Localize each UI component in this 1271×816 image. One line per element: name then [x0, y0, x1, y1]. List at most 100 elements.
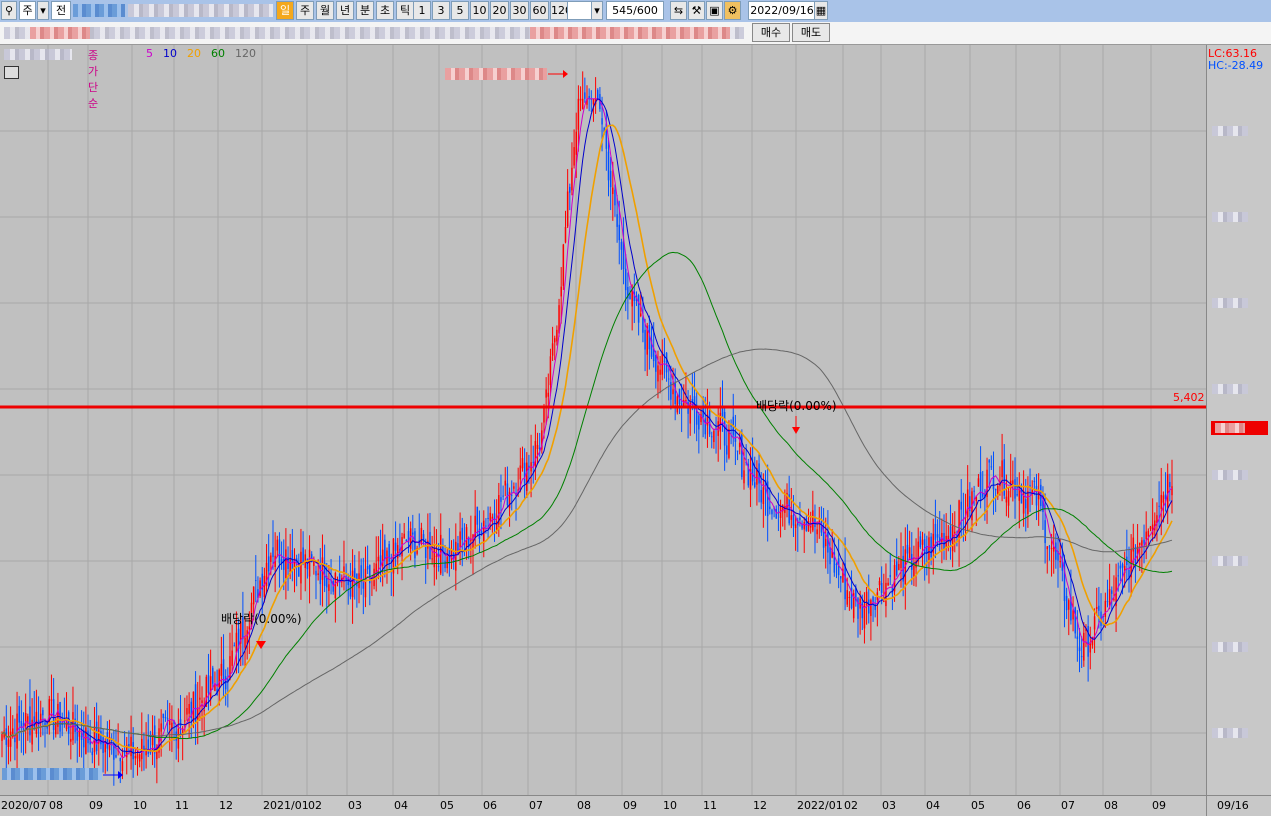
- candle-body: [384, 539, 386, 560]
- candle-body: [414, 531, 416, 559]
- candle-body: [883, 600, 885, 602]
- candle-body: [1158, 505, 1160, 507]
- candle-body: [721, 407, 724, 418]
- interval-button[interactable]: 10: [470, 1, 489, 20]
- quote-change-redacted: [30, 27, 90, 39]
- ticker-code-redacted[interactable]: [73, 4, 125, 17]
- interval-button[interactable]: 30: [510, 1, 529, 20]
- candle-body: [199, 697, 201, 700]
- low-price-label-redacted: [2, 768, 102, 780]
- candle-body: [581, 98, 584, 109]
- interval-button[interactable]: 1: [413, 1, 431, 20]
- period-button[interactable]: 틱: [396, 1, 414, 20]
- candle-body: [556, 329, 558, 342]
- interval-button[interactable]: 20: [490, 1, 509, 20]
- price-tick-redacted: [1212, 728, 1248, 738]
- ma-line-10: [1, 98, 1173, 754]
- candlestick-chart[interactable]: [0, 45, 1206, 795]
- x-axis-label: 07: [529, 799, 543, 812]
- period-button[interactable]: 일: [276, 1, 294, 20]
- chart-menu-icon[interactable]: [4, 66, 19, 79]
- date-display[interactable]: 2022/09/16: [748, 1, 816, 20]
- candle-body: [55, 720, 57, 735]
- candle-body: [934, 523, 937, 540]
- candle-body: [624, 268, 627, 291]
- candle-body: [1119, 565, 1122, 569]
- candle-body: [1050, 547, 1053, 550]
- x-axis-label: 10: [133, 799, 147, 812]
- candle-body: [106, 732, 109, 749]
- candle-body: [431, 558, 433, 560]
- interval-button[interactable]: 60: [530, 1, 549, 20]
- candle-body: [936, 534, 939, 538]
- hc-label: HC:-28.49: [1208, 59, 1264, 72]
- count-display[interactable]: 545/600: [606, 1, 664, 20]
- chart-area[interactable]: 종가 단순 5 10 20 60 120 배당락(0.00%) 배당락(0.00%) 5…: [0, 45, 1206, 795]
- ticker-kind[interactable]: 주: [19, 1, 36, 20]
- candle-body: [366, 566, 369, 570]
- candle-body: [895, 561, 898, 576]
- arrows-icon[interactable]: ⇆: [670, 1, 687, 20]
- candle-body: [500, 497, 502, 502]
- candle-body: [315, 570, 317, 576]
- candle-body: [536, 444, 539, 449]
- candle-body: [1113, 599, 1115, 601]
- candle-body: [119, 758, 122, 762]
- legend-ma-20: 20: [187, 47, 201, 60]
- candle-body: [437, 566, 440, 568]
- interval-button[interactable]: 5: [451, 1, 469, 20]
- candle-body: [412, 532, 414, 535]
- candle-body: [661, 351, 664, 375]
- x-axis-label: 07: [1061, 799, 1075, 812]
- candle-body: [1065, 595, 1068, 611]
- candle-body: [911, 553, 913, 570]
- candle-body: [1160, 494, 1162, 509]
- candle-body: [543, 407, 545, 423]
- candle-body: [812, 510, 814, 531]
- link-icon[interactable]: ⚲: [1, 1, 17, 20]
- chevron-down-icon[interactable]: ▾: [37, 1, 49, 20]
- interval-button[interactable]: 3: [432, 1, 450, 20]
- x-axis-label: 02: [308, 799, 322, 812]
- price-axis: LC:63.16 HC:-28.49: [1206, 45, 1271, 795]
- candle-body: [1098, 605, 1100, 611]
- period-button[interactable]: 분: [356, 1, 374, 20]
- candle-body: [616, 214, 618, 227]
- candle-body: [665, 352, 668, 373]
- candle-body: [754, 482, 756, 488]
- period-button[interactable]: 년: [336, 1, 354, 20]
- calendar-icon[interactable]: ▦: [814, 1, 828, 20]
- candle-body: [898, 563, 900, 570]
- candle-body: [708, 408, 711, 435]
- candle-body: [906, 544, 909, 554]
- legend-prefix: 종가 단순: [88, 49, 99, 110]
- save-icon[interactable]: ▣: [706, 1, 723, 20]
- period-button[interactable]: 월: [316, 1, 334, 20]
- x-axis-label: 09: [1152, 799, 1166, 812]
- chevron-down-icon[interactable]: ▾: [591, 1, 603, 20]
- wrench-icon[interactable]: ⚒: [688, 1, 705, 20]
- candle-body: [1106, 601, 1109, 603]
- ticker-name-redacted: [128, 4, 273, 17]
- buy-button[interactable]: 매수: [752, 23, 790, 42]
- candle-body: [461, 527, 464, 540]
- x-axis-label: 2022/01: [797, 799, 843, 812]
- dividend-marker: [792, 427, 800, 434]
- candle-body: [220, 663, 223, 676]
- candle-body: [867, 599, 870, 614]
- candle-body: [573, 147, 575, 166]
- candle-body: [504, 480, 507, 486]
- ticker-prefix: 전: [51, 1, 71, 20]
- period-button[interactable]: 주: [296, 1, 314, 20]
- candle-body: [95, 721, 98, 751]
- legend-ma-10: 10: [163, 47, 177, 60]
- period-button[interactable]: 초: [376, 1, 394, 20]
- candle-body: [285, 549, 287, 579]
- candle-body: [655, 354, 657, 372]
- candle-body: [270, 555, 272, 562]
- candle-body: [272, 547, 274, 558]
- price-tick-redacted: [1212, 126, 1248, 136]
- sell-button[interactable]: 매도: [792, 23, 830, 42]
- gear-icon[interactable]: ⚙: [724, 1, 741, 20]
- candle-body: [799, 517, 801, 521]
